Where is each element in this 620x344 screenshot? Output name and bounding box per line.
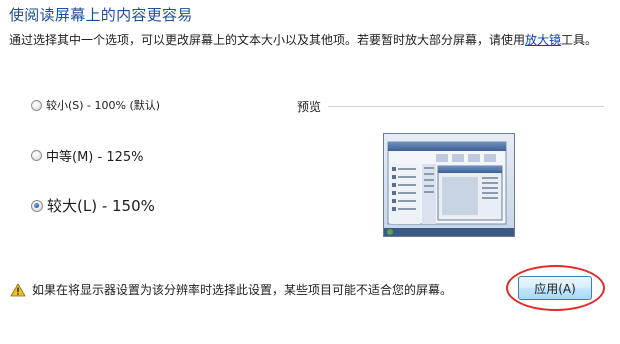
magnifier-link[interactable]: 放大镜 — [525, 33, 561, 47]
warning-text: 如果在将显示器设置为该分辨率时选择此设置，某些项目可能不适合您的屏幕。 — [32, 283, 453, 297]
page-description: 通过选择其中一个选项，可以更改屏幕上的文本大小以及其他项。若要暂时放大部分屏幕，… — [9, 31, 605, 49]
radio-smaller[interactable] — [31, 99, 42, 111]
option-smaller-label[interactable]: 较小(S) - 100% (默认) — [46, 97, 160, 113]
preview-label: 预览 — [297, 100, 322, 114]
page-title: 使阅读屏幕上的内容更容易 — [9, 6, 193, 24]
option-medium[interactable]: 中等(M) - 125% — [31, 146, 143, 165]
radio-medium[interactable] — [31, 150, 42, 161]
warning-triangle-icon — [10, 282, 26, 301]
preview-divider — [328, 106, 604, 107]
option-smaller[interactable]: 较小(S) - 100% (默认) — [31, 97, 160, 113]
option-larger-label[interactable]: 较大(L) - 150% — [47, 195, 155, 216]
option-larger[interactable]: 较大(L) - 150% — [31, 195, 155, 216]
preview-thumbnail — [383, 133, 515, 237]
description-text: 通过选择其中一个选项，可以更改屏幕上的文本大小以及其他项。若要暂时放大部分屏幕，… — [9, 33, 526, 47]
description-text-end: 工具。 — [561, 33, 598, 47]
apply-button[interactable]: 应用(A) — [518, 276, 592, 300]
preview-desktop-image — [384, 134, 514, 236]
option-medium-label[interactable]: 中等(M) - 125% — [46, 146, 143, 165]
radio-larger[interactable] — [31, 199, 43, 212]
